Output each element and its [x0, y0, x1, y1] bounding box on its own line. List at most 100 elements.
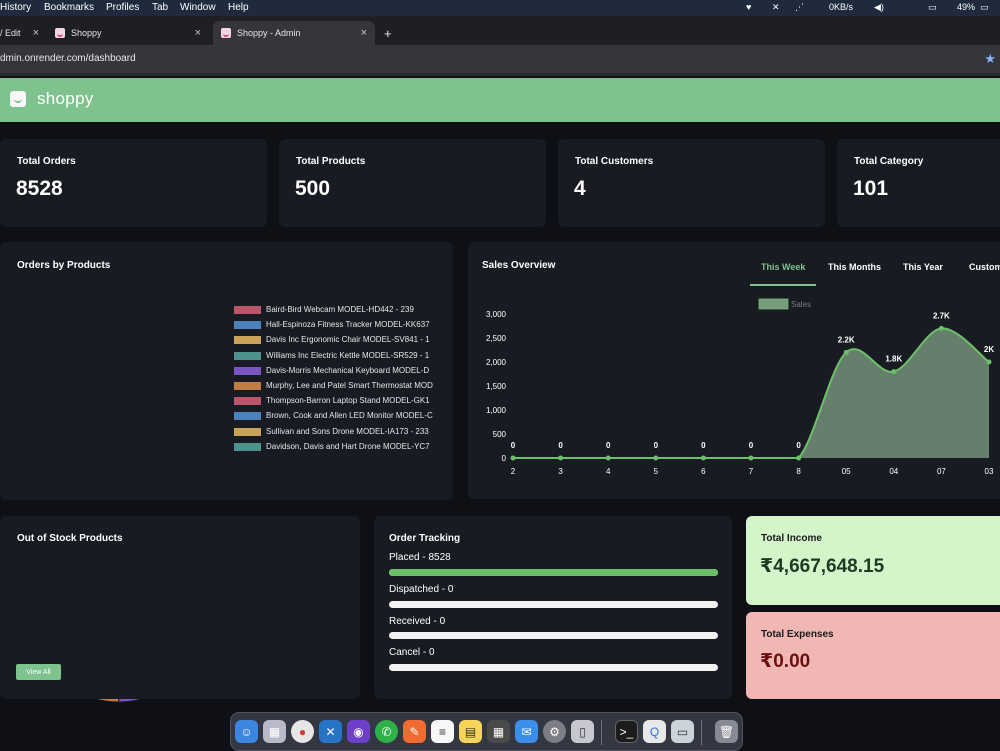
data-label: 2.2K — [838, 335, 855, 344]
legend-item[interactable]: Hall-Espinoza Fitness Tracker MODEL-KK63… — [234, 320, 440, 330]
menu-profiles[interactable]: Profiles — [106, 2, 139, 13]
menu-tab[interactable]: Tab — [152, 2, 168, 13]
menu-bookmarks[interactable]: Bookmarks — [44, 2, 94, 13]
data-label: 2K — [984, 345, 994, 354]
legend-item[interactable]: Williams Inc Electric Kettle MODEL-SR529… — [234, 351, 440, 361]
browser-tab-bar: / Edit × Shoppy × Shoppy - Admin × + — [0, 16, 1000, 45]
tab-custom[interactable]: Custom — [969, 262, 1000, 272]
mute-icon[interactable]: ✕ — [772, 2, 780, 13]
notes-icon[interactable]: ▤ — [459, 720, 482, 743]
legend-item[interactable]: Brown, Cook and Allen LED Monitor MODEL-… — [234, 411, 440, 421]
new-tab-button[interactable]: + — [384, 21, 398, 45]
bookmark-star-icon[interactable]: ★ — [984, 51, 996, 67]
legend-item[interactable]: Baird-Bird Webcam MODEL-HD442 - 239 — [234, 305, 440, 315]
legend-swatch — [234, 427, 261, 436]
launchpad-icon[interactable]: ▦ — [263, 720, 286, 743]
close-icon[interactable]: × — [33, 27, 39, 39]
data-point[interactable] — [986, 359, 992, 365]
settings-icon[interactable]: ⚙ — [543, 720, 566, 743]
x-tick-label: 03 — [985, 467, 994, 476]
legend-label: Baird-Bird Webcam MODEL-HD442 - 239 — [266, 305, 414, 314]
stat-value: 8528 — [16, 177, 63, 200]
volume-icon[interactable]: ◀) — [874, 2, 884, 13]
x-tick-label: 8 — [796, 467, 801, 476]
window-icon[interactable]: ▭ — [928, 2, 937, 13]
legend-swatch — [234, 366, 261, 375]
browser-tab-shoppy[interactable]: Shoppy × — [54, 21, 209, 45]
sales-area-chart: Sales3,0002,5002,0001,5001,0005000020304… — [486, 298, 994, 476]
shoppy-favicon-icon — [221, 28, 231, 38]
data-point[interactable] — [605, 455, 611, 461]
legend-item[interactable]: Davis-Morris Mechanical Keyboard MODEL-D — [234, 366, 440, 376]
active-tab-indicator — [750, 284, 816, 286]
close-icon[interactable]: × — [361, 27, 367, 39]
legend-item[interactable]: Davidson, Davis and Hart Drone MODEL-YC7 — [234, 442, 440, 452]
disk-utility-icon[interactable]: ▭ — [671, 720, 694, 743]
expenses-title: Total Expenses — [761, 629, 834, 640]
data-point[interactable] — [700, 455, 706, 461]
legend-swatch — [234, 397, 261, 406]
browser-tab-edit[interactable]: / Edit × — [0, 21, 45, 45]
x-tick-label: 07 — [937, 467, 946, 476]
data-point[interactable] — [891, 369, 897, 375]
heart-icon[interactable]: ♥ — [746, 2, 751, 12]
data-point[interactable] — [748, 455, 754, 461]
close-icon[interactable]: × — [195, 27, 201, 39]
legend-item[interactable]: Murphy, Lee and Patel Smart Thermostat M… — [234, 381, 440, 391]
battery-percent: 49% — [957, 2, 976, 12]
tab-this-year[interactable]: This Year — [903, 262, 943, 272]
vscode-icon[interactable]: ✕ — [319, 720, 342, 743]
trash-icon[interactable]: 🗑 — [715, 720, 738, 743]
brand-name[interactable]: shoppy — [37, 89, 94, 109]
terminal-icon[interactable]: >_ — [615, 720, 638, 743]
tracking-label-received: Received - 0 — [389, 616, 446, 627]
mail-icon[interactable]: ✉ — [515, 720, 538, 743]
wifi-icon[interactable]: ⋰ — [795, 2, 804, 13]
data-point[interactable] — [510, 455, 516, 461]
chrome-icon[interactable]: ● — [291, 720, 314, 743]
tab-this-week[interactable]: This Week — [761, 262, 805, 272]
legend-item[interactable]: Davis Inc Ergonomic Chair MODEL-SV841 - … — [234, 335, 440, 345]
tracking-bar-received — [389, 632, 718, 639]
data-point[interactable] — [938, 325, 944, 331]
out-of-stock-card: Out of Stock Products View All — [0, 516, 360, 699]
battery-icon[interactable]: ▭ — [980, 2, 989, 13]
y-tick-label: 500 — [493, 430, 507, 439]
browser-tab-shoppy-admin[interactable]: Shoppy - Admin × — [213, 21, 375, 45]
stat-title: Total Customers — [575, 156, 654, 167]
stat-title: Total Orders — [17, 156, 76, 167]
x-tick-label: 7 — [749, 467, 754, 476]
view-all-button[interactable]: View All — [16, 664, 61, 680]
dock-divider — [701, 720, 702, 745]
quicktime-icon[interactable]: Q — [643, 720, 666, 743]
url-field[interactable]: dmin.onrender.com/dashboard — [0, 53, 136, 64]
finder-icon[interactable]: ☺ — [235, 720, 258, 743]
data-point[interactable] — [796, 455, 802, 461]
legend-item[interactable]: Sullivan and Sons Drone MODEL-IA173 - 23… — [234, 427, 440, 437]
data-point[interactable] — [558, 455, 564, 461]
legend-swatch — [234, 412, 261, 421]
data-label: 0 — [796, 441, 801, 450]
menu-help[interactable]: Help — [228, 2, 249, 13]
calculator-icon[interactable]: ▦ — [487, 720, 510, 743]
data-point[interactable] — [653, 455, 659, 461]
tab-this-months[interactable]: This Months — [828, 262, 881, 272]
legend-item[interactable]: Thompson-Barron Laptop Stand MODEL-GK1 — [234, 396, 440, 406]
legend-label: Brown, Cook and Allen LED Monitor MODEL-… — [266, 411, 433, 421]
postman-icon[interactable]: ✎ — [403, 720, 426, 743]
data-point[interactable] — [843, 349, 849, 355]
menu-history[interactable]: History — [0, 2, 31, 13]
stat-value: 101 — [853, 177, 889, 200]
whatsapp-icon[interactable]: ✆ — [375, 720, 398, 743]
legend-swatch[interactable] — [758, 298, 789, 310]
reminders-icon[interactable]: ≡ — [431, 720, 454, 743]
data-label: 0 — [606, 441, 611, 450]
address-bar: dmin.onrender.com/dashboard ★ — [0, 45, 1000, 76]
expenses-card: Total Expenses ₹0.00 — [746, 612, 1000, 699]
preview-icon[interactable]: ▯ — [571, 720, 594, 743]
github-icon[interactable]: ◉ — [347, 720, 370, 743]
stat-card-orders: Total Orders 8528 — [0, 139, 267, 227]
tracking-label-cancel: Cancel - 0 — [389, 647, 435, 658]
menu-window[interactable]: Window — [180, 2, 216, 13]
stat-value: 500 — [295, 177, 331, 200]
